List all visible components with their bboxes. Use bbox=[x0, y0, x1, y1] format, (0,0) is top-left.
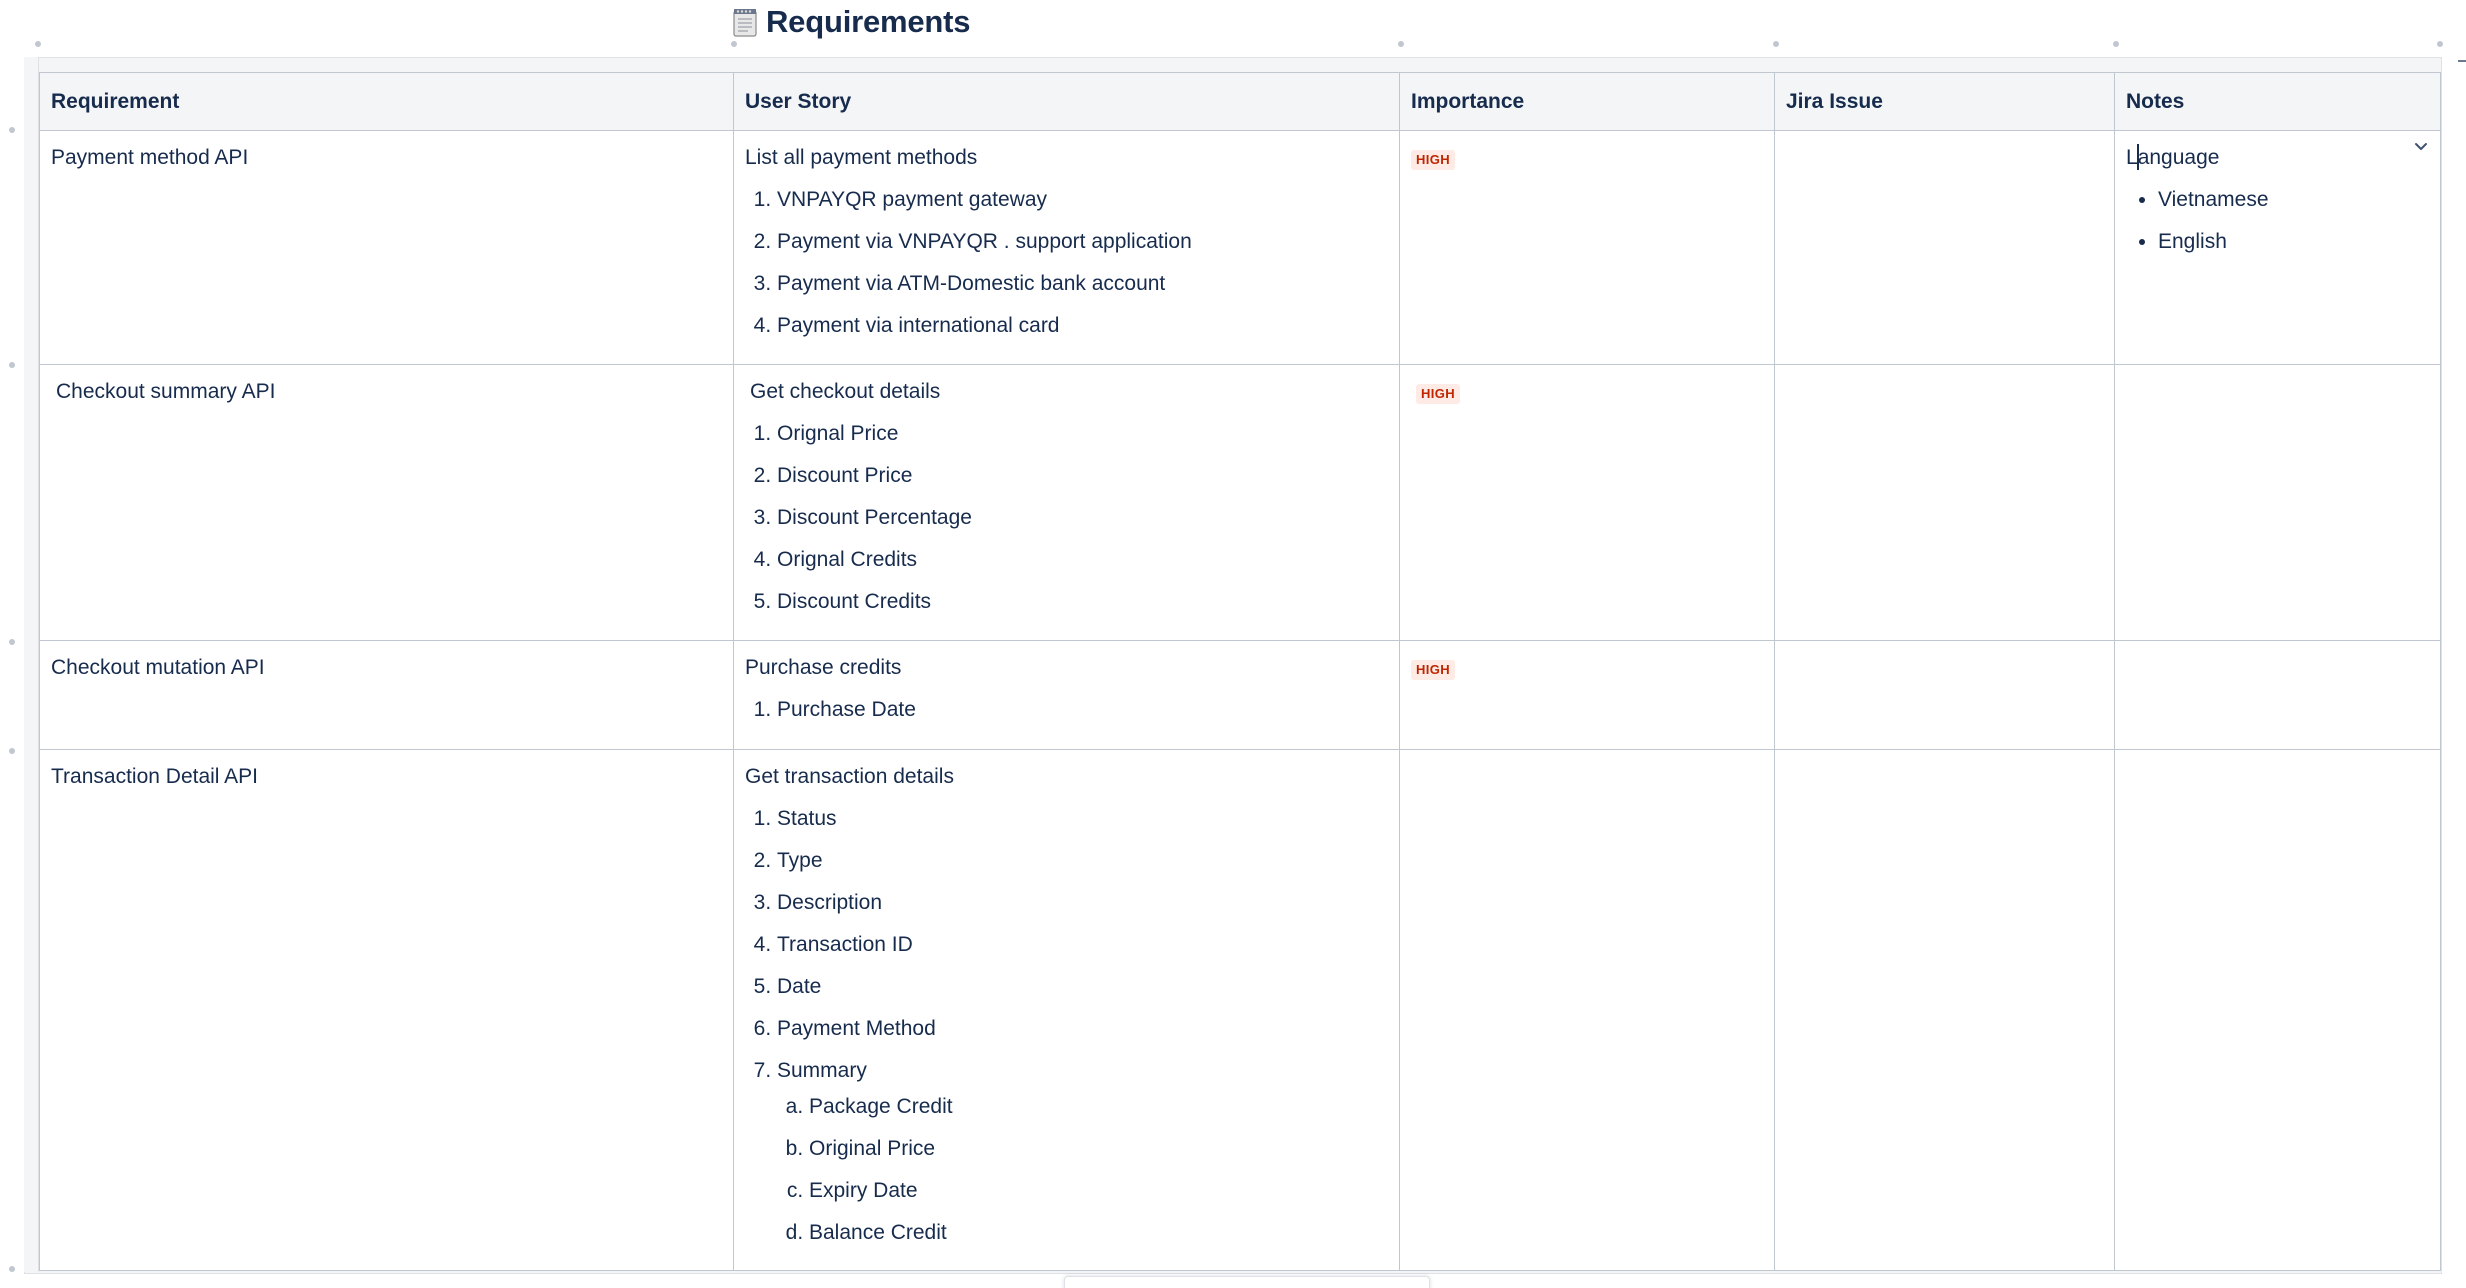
cell-user-story[interactable]: Get checkout details Orignal Price Disco… bbox=[733, 364, 1400, 641]
cell-notes[interactable] bbox=[2114, 364, 2441, 641]
row-gutter bbox=[24, 57, 39, 1272]
header-notes[interactable]: Notes bbox=[2114, 72, 2441, 131]
list-item: Orignal Price bbox=[777, 419, 1388, 449]
requirements-table: Requirement User Story Importance Jira I… bbox=[39, 72, 2441, 1271]
sub-list-item: Balance Credit bbox=[809, 1218, 1388, 1248]
requirement-text: Transaction Detail API bbox=[51, 765, 258, 788]
list-item: Discount Price bbox=[777, 461, 1388, 491]
story-title: Get checkout details bbox=[750, 380, 941, 403]
cell-requirement[interactable]: Checkout mutation API bbox=[39, 640, 734, 750]
story-title: Purchase credits bbox=[745, 656, 902, 679]
chevron-down-icon bbox=[2414, 139, 2428, 157]
cell-requirement[interactable]: Checkout summary API bbox=[39, 364, 734, 641]
header-importance[interactable]: Importance bbox=[1399, 72, 1775, 131]
list-item: Orignal Credits bbox=[777, 545, 1388, 575]
sub-list-item: Original Price bbox=[809, 1134, 1388, 1164]
row-handle[interactable] bbox=[9, 127, 15, 133]
story-list: Status Type Description Transaction ID D… bbox=[745, 804, 1388, 1248]
header-jira-issue[interactable]: Jira Issue bbox=[1774, 72, 2115, 131]
row-handle[interactable] bbox=[9, 1266, 15, 1272]
row-handle[interactable] bbox=[9, 748, 15, 754]
sub-list-item: Expiry Date bbox=[809, 1176, 1388, 1206]
list-item-label: Summary bbox=[777, 1059, 867, 1082]
cell-importance[interactable]: HIGH bbox=[1399, 130, 1775, 365]
table-row: Checkout mutation API Purchase credits P… bbox=[39, 640, 2441, 750]
confluence-page: Requirements Requirement User Story Impo… bbox=[0, 0, 2466, 1288]
column-handle[interactable] bbox=[1398, 41, 1404, 47]
status-lozenge[interactable]: HIGH bbox=[1416, 384, 1461, 404]
cell-notes[interactable]: Language Vietnamese English bbox=[2114, 130, 2441, 365]
cell-jira-issue[interactable] bbox=[1774, 640, 2115, 750]
column-handle[interactable] bbox=[2113, 41, 2119, 47]
table-row: Payment method API List all payment meth… bbox=[39, 130, 2441, 365]
notes-title: Language bbox=[2126, 143, 2429, 173]
page-title: Requirements bbox=[766, 4, 971, 39]
cell-jira-issue[interactable] bbox=[1774, 749, 2115, 1271]
column-handle[interactable] bbox=[2437, 41, 2443, 47]
cell-user-story[interactable]: Purchase credits Purchase Date bbox=[733, 640, 1400, 750]
list-item: Discount Percentage bbox=[777, 503, 1388, 533]
cell-user-story[interactable]: List all payment methods VNPAYQR payment… bbox=[733, 130, 1400, 365]
requirement-text: Checkout mutation API bbox=[51, 656, 265, 679]
notes-title-end: anguage bbox=[2137, 146, 2220, 169]
row-handle[interactable] bbox=[9, 639, 15, 645]
list-item: Payment via VNPAYQR . support applicatio… bbox=[777, 227, 1388, 257]
story-title: Get transaction details bbox=[745, 765, 954, 788]
story-title: List all payment methods bbox=[745, 146, 978, 169]
cell-jira-issue[interactable] bbox=[1774, 364, 2115, 641]
list-item: VNPAYQR payment gateway bbox=[777, 185, 1388, 215]
column-handle[interactable] bbox=[35, 41, 41, 47]
list-item: Status bbox=[777, 804, 1388, 834]
story-list: Orignal Price Discount Price Discount Pe… bbox=[750, 419, 1388, 617]
table-floating-toolbar[interactable] bbox=[1064, 1276, 1430, 1288]
list-item: Purchase Date bbox=[777, 695, 1388, 725]
list-item: Transaction ID bbox=[777, 930, 1388, 960]
notes-list: Vietnamese English bbox=[2126, 185, 2429, 257]
table-row: Transaction Detail API Get transaction d… bbox=[39, 749, 2441, 1271]
column-handle[interactable] bbox=[731, 41, 737, 47]
table-header-row: Requirement User Story Importance Jira I… bbox=[39, 72, 2441, 131]
list-item: Summary Package Credit Original Price Ex… bbox=[777, 1056, 1388, 1248]
requirement-text: Checkout summary API bbox=[56, 380, 276, 403]
story-list: Purchase Date bbox=[745, 695, 1388, 725]
cell-notes[interactable] bbox=[2114, 749, 2441, 1271]
cell-requirement[interactable]: Payment method API bbox=[39, 130, 734, 365]
cell-importance[interactable]: HIGH bbox=[1399, 640, 1775, 750]
list-item: Vietnamese bbox=[2158, 185, 2429, 215]
header-requirement[interactable]: Requirement bbox=[39, 72, 734, 131]
page-heading: Requirements bbox=[732, 2, 971, 42]
column-handle[interactable] bbox=[1773, 41, 1779, 47]
table-edge-marker bbox=[2458, 60, 2466, 62]
list-item: Discount Credits bbox=[777, 587, 1388, 617]
list-item: English bbox=[2158, 227, 2429, 257]
list-item: Date bbox=[777, 972, 1388, 1002]
list-item: Payment via international card bbox=[777, 311, 1388, 341]
cell-user-story[interactable]: Get transaction details Status Type Desc… bbox=[733, 749, 1400, 1271]
sub-list: Package Credit Original Price Expiry Dat… bbox=[777, 1092, 1388, 1248]
status-lozenge[interactable]: HIGH bbox=[1411, 660, 1456, 680]
cell-options-button[interactable] bbox=[2410, 137, 2432, 159]
list-item: Description bbox=[777, 888, 1388, 918]
cell-importance[interactable] bbox=[1399, 749, 1775, 1271]
sub-list-item: Package Credit bbox=[809, 1092, 1388, 1122]
cell-requirement[interactable]: Transaction Detail API bbox=[39, 749, 734, 1271]
header-user-story[interactable]: User Story bbox=[733, 72, 1400, 131]
requirement-text: Payment method API bbox=[51, 146, 249, 169]
cell-notes[interactable] bbox=[2114, 640, 2441, 750]
status-lozenge[interactable]: HIGH bbox=[1411, 150, 1456, 170]
list-item: Payment Method bbox=[777, 1014, 1388, 1044]
cell-importance[interactable]: HIGH bbox=[1399, 364, 1775, 641]
row-handle[interactable] bbox=[9, 362, 15, 368]
list-item: Payment via ATM-Domestic bank account bbox=[777, 269, 1388, 299]
list-item: Type bbox=[777, 846, 1388, 876]
memo-icon bbox=[732, 7, 758, 37]
story-list: VNPAYQR payment gateway Payment via VNPA… bbox=[745, 185, 1388, 341]
cell-jira-issue[interactable] bbox=[1774, 130, 2115, 365]
table-row: Checkout summary API Get checkout detail… bbox=[39, 364, 2441, 641]
